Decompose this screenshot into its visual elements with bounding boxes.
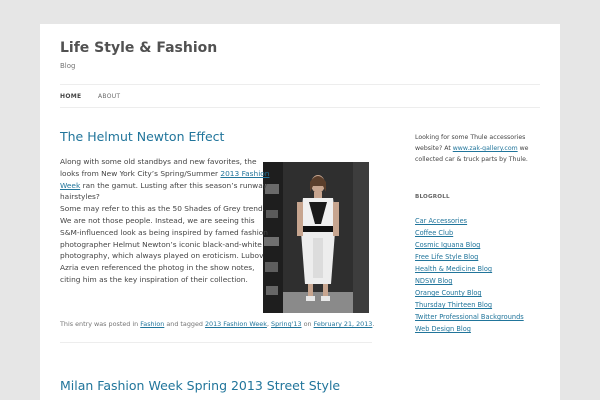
list-item: NDSW Blog [415, 275, 524, 287]
list-item: Twitter Professional Backgrounds [415, 311, 524, 323]
page-container: Life Style & Fashion Blog HOME ABOUT The… [40, 24, 560, 400]
blogroll-link[interactable]: Web Design Blog [415, 325, 471, 333]
post-image [263, 162, 369, 313]
blogroll-list: Car Accessories Coffee Club Cosmic Iguan… [415, 215, 524, 335]
blogroll-link[interactable]: Thursday Thirteen Blog [415, 301, 492, 309]
post-title-2[interactable]: Milan Fashion Week Spring 2013 Street St… [60, 378, 340, 393]
list-item: Cosmic Iguana Blog [415, 239, 524, 251]
site-title[interactable]: Life Style & Fashion [60, 40, 217, 56]
date-link[interactable]: February 21, 2013 [314, 320, 373, 328]
meta-text: and tagged [164, 320, 205, 328]
blogroll-heading: BLOGROLL [415, 194, 450, 200]
entry-meta: This entry was posted in Fashion and tag… [60, 320, 380, 328]
zak-gallery-link[interactable]: www.zak-gallery.com [453, 145, 518, 152]
paragraph-2: Some may refer to this as the 50 Shades … [60, 204, 268, 284]
post-content: Along with some old standbys and new fav… [60, 156, 272, 286]
list-item: Car Accessories [415, 215, 524, 227]
list-item: Orange County Blog [415, 287, 524, 299]
blogroll-link[interactable]: Cosmic Iguana Blog [415, 241, 480, 249]
tag-link-2013-fashion-week[interactable]: 2013 Fashion Week [205, 320, 267, 328]
post-title[interactable]: The Helmut Newton Effect [60, 129, 224, 144]
site-description: Blog [60, 62, 76, 70]
blogroll-link[interactable]: Twitter Professional Backgrounds [415, 313, 524, 321]
blogroll-link[interactable]: Free Life Style Blog [415, 253, 478, 261]
list-item: Health & Medicine Blog [415, 263, 524, 275]
sidebar-text-widget: Looking for some Thule accessories websi… [415, 132, 540, 165]
text-span: ran the gamut. Lusting after this season… [60, 180, 268, 202]
list-item: Thursday Thirteen Blog [415, 299, 524, 311]
meta-text: . [372, 320, 375, 328]
meta-text: This entry was posted in [60, 320, 141, 328]
blogroll-link[interactable]: Coffee Club [415, 229, 453, 237]
list-item: Web Design Blog [415, 323, 524, 335]
tag-link-spring13[interactable]: Spring'13 [271, 320, 302, 328]
nav-item-about[interactable]: ABOUT [98, 93, 120, 100]
nav-item-home[interactable]: HOME [60, 93, 81, 100]
main-navigation: HOME ABOUT [60, 84, 540, 108]
category-link[interactable]: Fashion [140, 320, 164, 328]
list-item: Coffee Club [415, 227, 524, 239]
post-divider [60, 342, 372, 343]
paragraph-1: Along with some old standbys and new fav… [60, 157, 269, 201]
blogroll-link[interactable]: Orange County Blog [415, 289, 482, 297]
runway-photo [263, 162, 369, 313]
blogroll-link[interactable]: NDSW Blog [415, 277, 452, 285]
meta-text: on [301, 320, 314, 328]
blogroll-link[interactable]: Health & Medicine Blog [415, 265, 492, 273]
list-item: Free Life Style Blog [415, 251, 524, 263]
blogroll-link[interactable]: Car Accessories [415, 217, 467, 225]
